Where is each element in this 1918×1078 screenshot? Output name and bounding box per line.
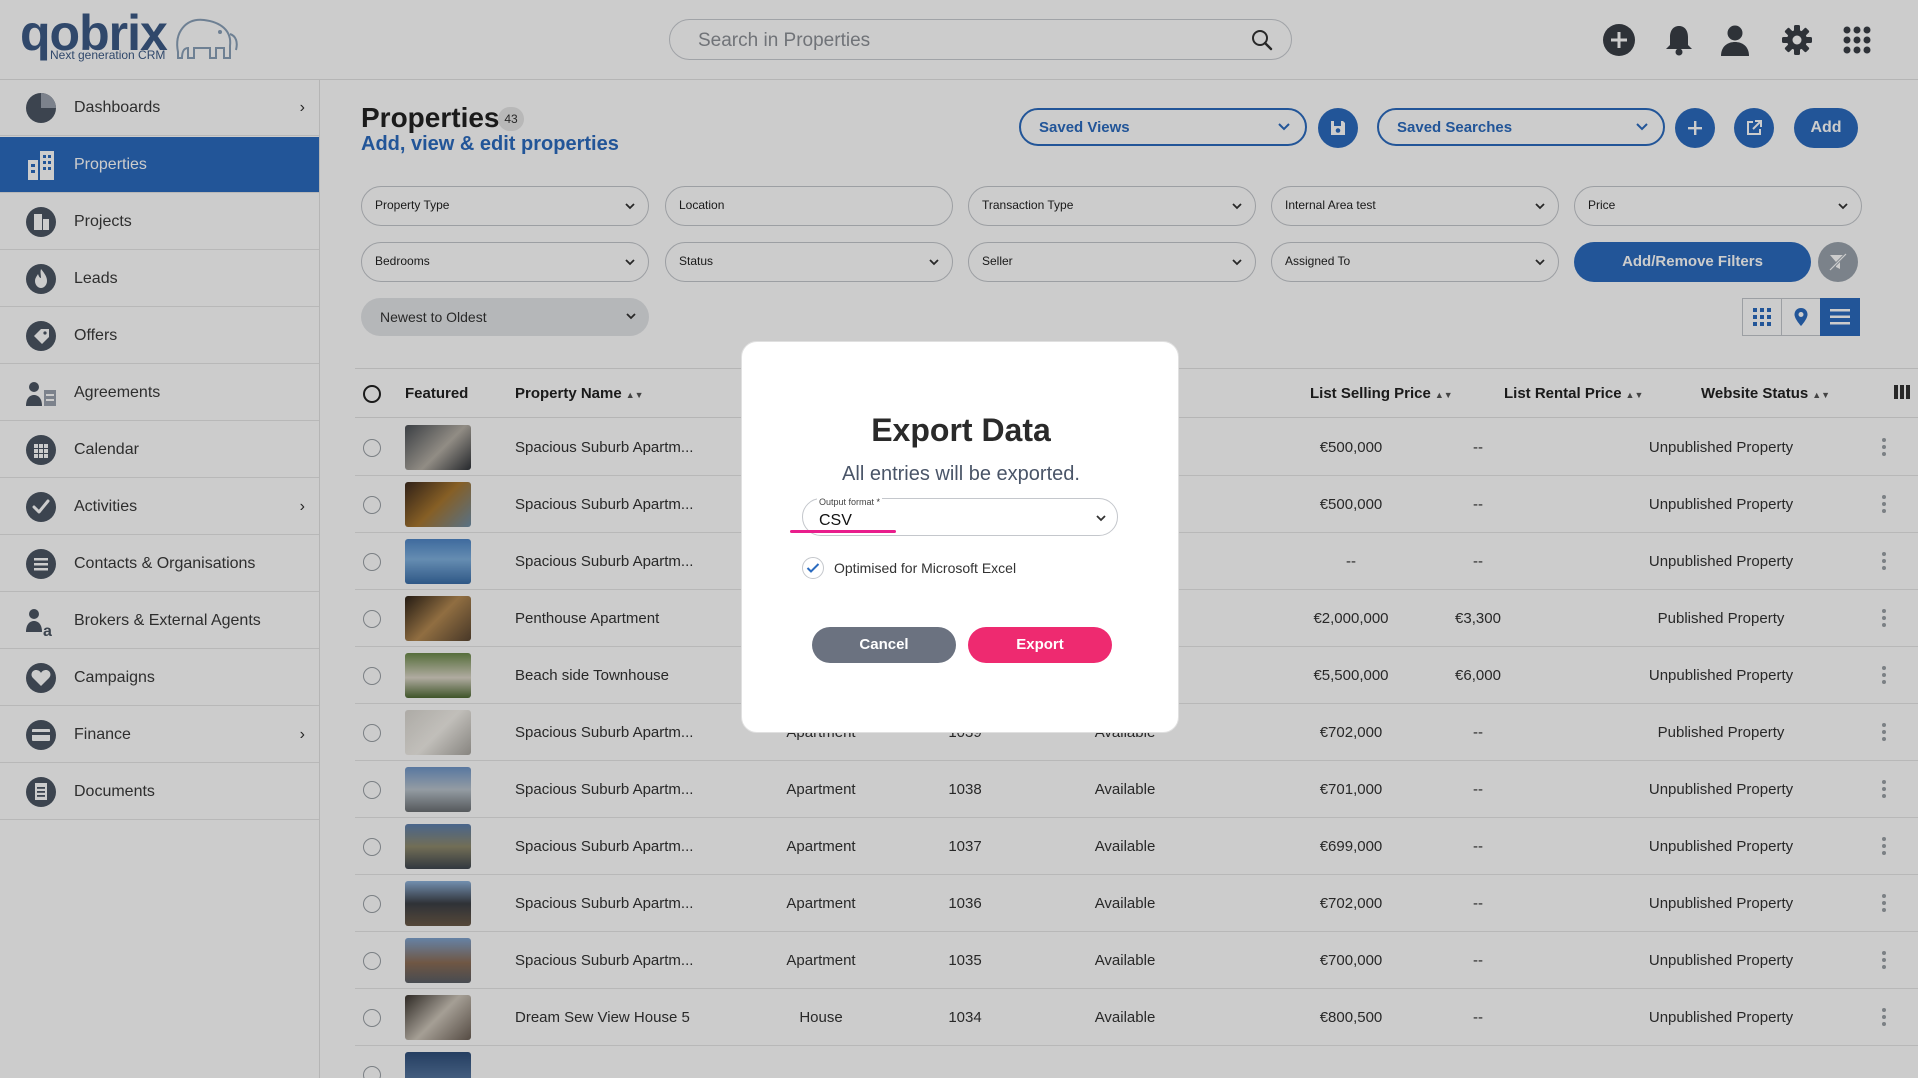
dialog-subtitle: All entries will be exported.	[842, 463, 1080, 485]
dialog-title: Export Data	[871, 412, 1051, 448]
checkmark-icon	[806, 563, 820, 573]
optimised-excel-label: Optimised for Microsoft Excel	[834, 560, 1017, 576]
export-data-dialog: Export Data All entries will be exported…	[741, 341, 1179, 733]
focus-underline	[790, 530, 896, 533]
output-format-label-text: Output format	[819, 497, 875, 507]
output-format-label: Output format *	[817, 497, 883, 507]
chevron-down-icon	[1096, 515, 1106, 522]
cancel-button[interactable]: Cancel	[812, 627, 956, 663]
output-format-value: CSV	[819, 512, 852, 529]
required-mark: *	[876, 497, 881, 507]
export-confirm-button[interactable]: Export	[968, 627, 1112, 663]
optimised-excel-checkbox[interactable]	[802, 557, 824, 579]
